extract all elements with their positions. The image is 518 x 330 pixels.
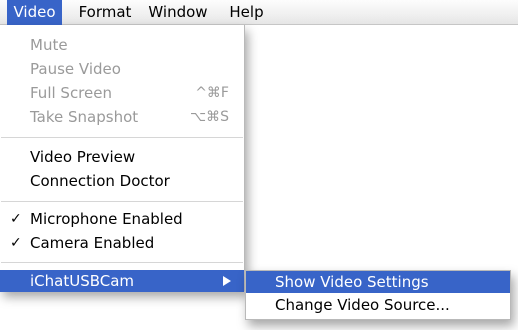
- menu-item-full-screen[interactable]: Full Screen ^⌘F: [0, 82, 244, 104]
- menu-item-label: Change Video Source...: [275, 296, 450, 314]
- video-menu: Mute Pause Video Full Screen ^⌘F Take Sn…: [0, 25, 245, 292]
- menu-item-pause-video[interactable]: Pause Video: [0, 58, 244, 80]
- menu-format[interactable]: Format: [74, 0, 136, 25]
- menu-separator: [1, 201, 243, 202]
- menu-item-label: Pause Video: [30, 60, 121, 78]
- menu-item-label: Show Video Settings: [275, 273, 429, 291]
- checkmark-icon: ✓: [10, 235, 22, 251]
- menu-video[interactable]: Video: [7, 0, 62, 25]
- menu-item-show-video-settings[interactable]: Show Video Settings: [246, 271, 510, 293]
- menu-item-ichatusbcam[interactable]: iChatUSBCam: [0, 270, 244, 292]
- menu-item-label: Connection Doctor: [30, 172, 170, 190]
- full-screen-shortcut: ^⌘F: [195, 85, 229, 101]
- menu-item-label: Mute: [30, 36, 68, 54]
- menu-item-label: Full Screen: [30, 84, 112, 102]
- menu-item-video-preview[interactable]: Video Preview: [0, 146, 244, 168]
- menu-item-camera-enabled[interactable]: ✓ Camera Enabled: [0, 232, 244, 254]
- menu-item-connection-doctor[interactable]: Connection Doctor: [0, 170, 244, 192]
- menu-item-label: Camera Enabled: [30, 234, 155, 252]
- menu-item-take-snapshot[interactable]: Take Snapshot ⌥⌘S: [0, 106, 244, 128]
- menu-item-microphone-enabled[interactable]: ✓ Microphone Enabled: [0, 208, 244, 230]
- ichatusbcam-submenu: Show Video Settings Change Video Source.…: [245, 270, 511, 320]
- submenu-arrow-icon: [223, 276, 231, 286]
- menu-help[interactable]: Help: [224, 0, 269, 25]
- menu-bar: Video Format Window Help: [0, 0, 518, 25]
- menu-separator: [1, 137, 243, 138]
- menu-item-label: Microphone Enabled: [30, 210, 183, 228]
- take-snapshot-shortcut: ⌥⌘S: [189, 109, 229, 125]
- checkmark-icon: ✓: [10, 211, 22, 227]
- menu-item-label: Take Snapshot: [30, 108, 139, 126]
- menu-separator: [1, 262, 243, 263]
- menu-window[interactable]: Window: [142, 0, 214, 25]
- menu-item-change-video-source[interactable]: Change Video Source...: [246, 294, 510, 316]
- menu-item-mute[interactable]: Mute: [0, 34, 244, 56]
- menu-item-label: iChatUSBCam: [30, 272, 135, 290]
- menu-item-label: Video Preview: [30, 148, 136, 166]
